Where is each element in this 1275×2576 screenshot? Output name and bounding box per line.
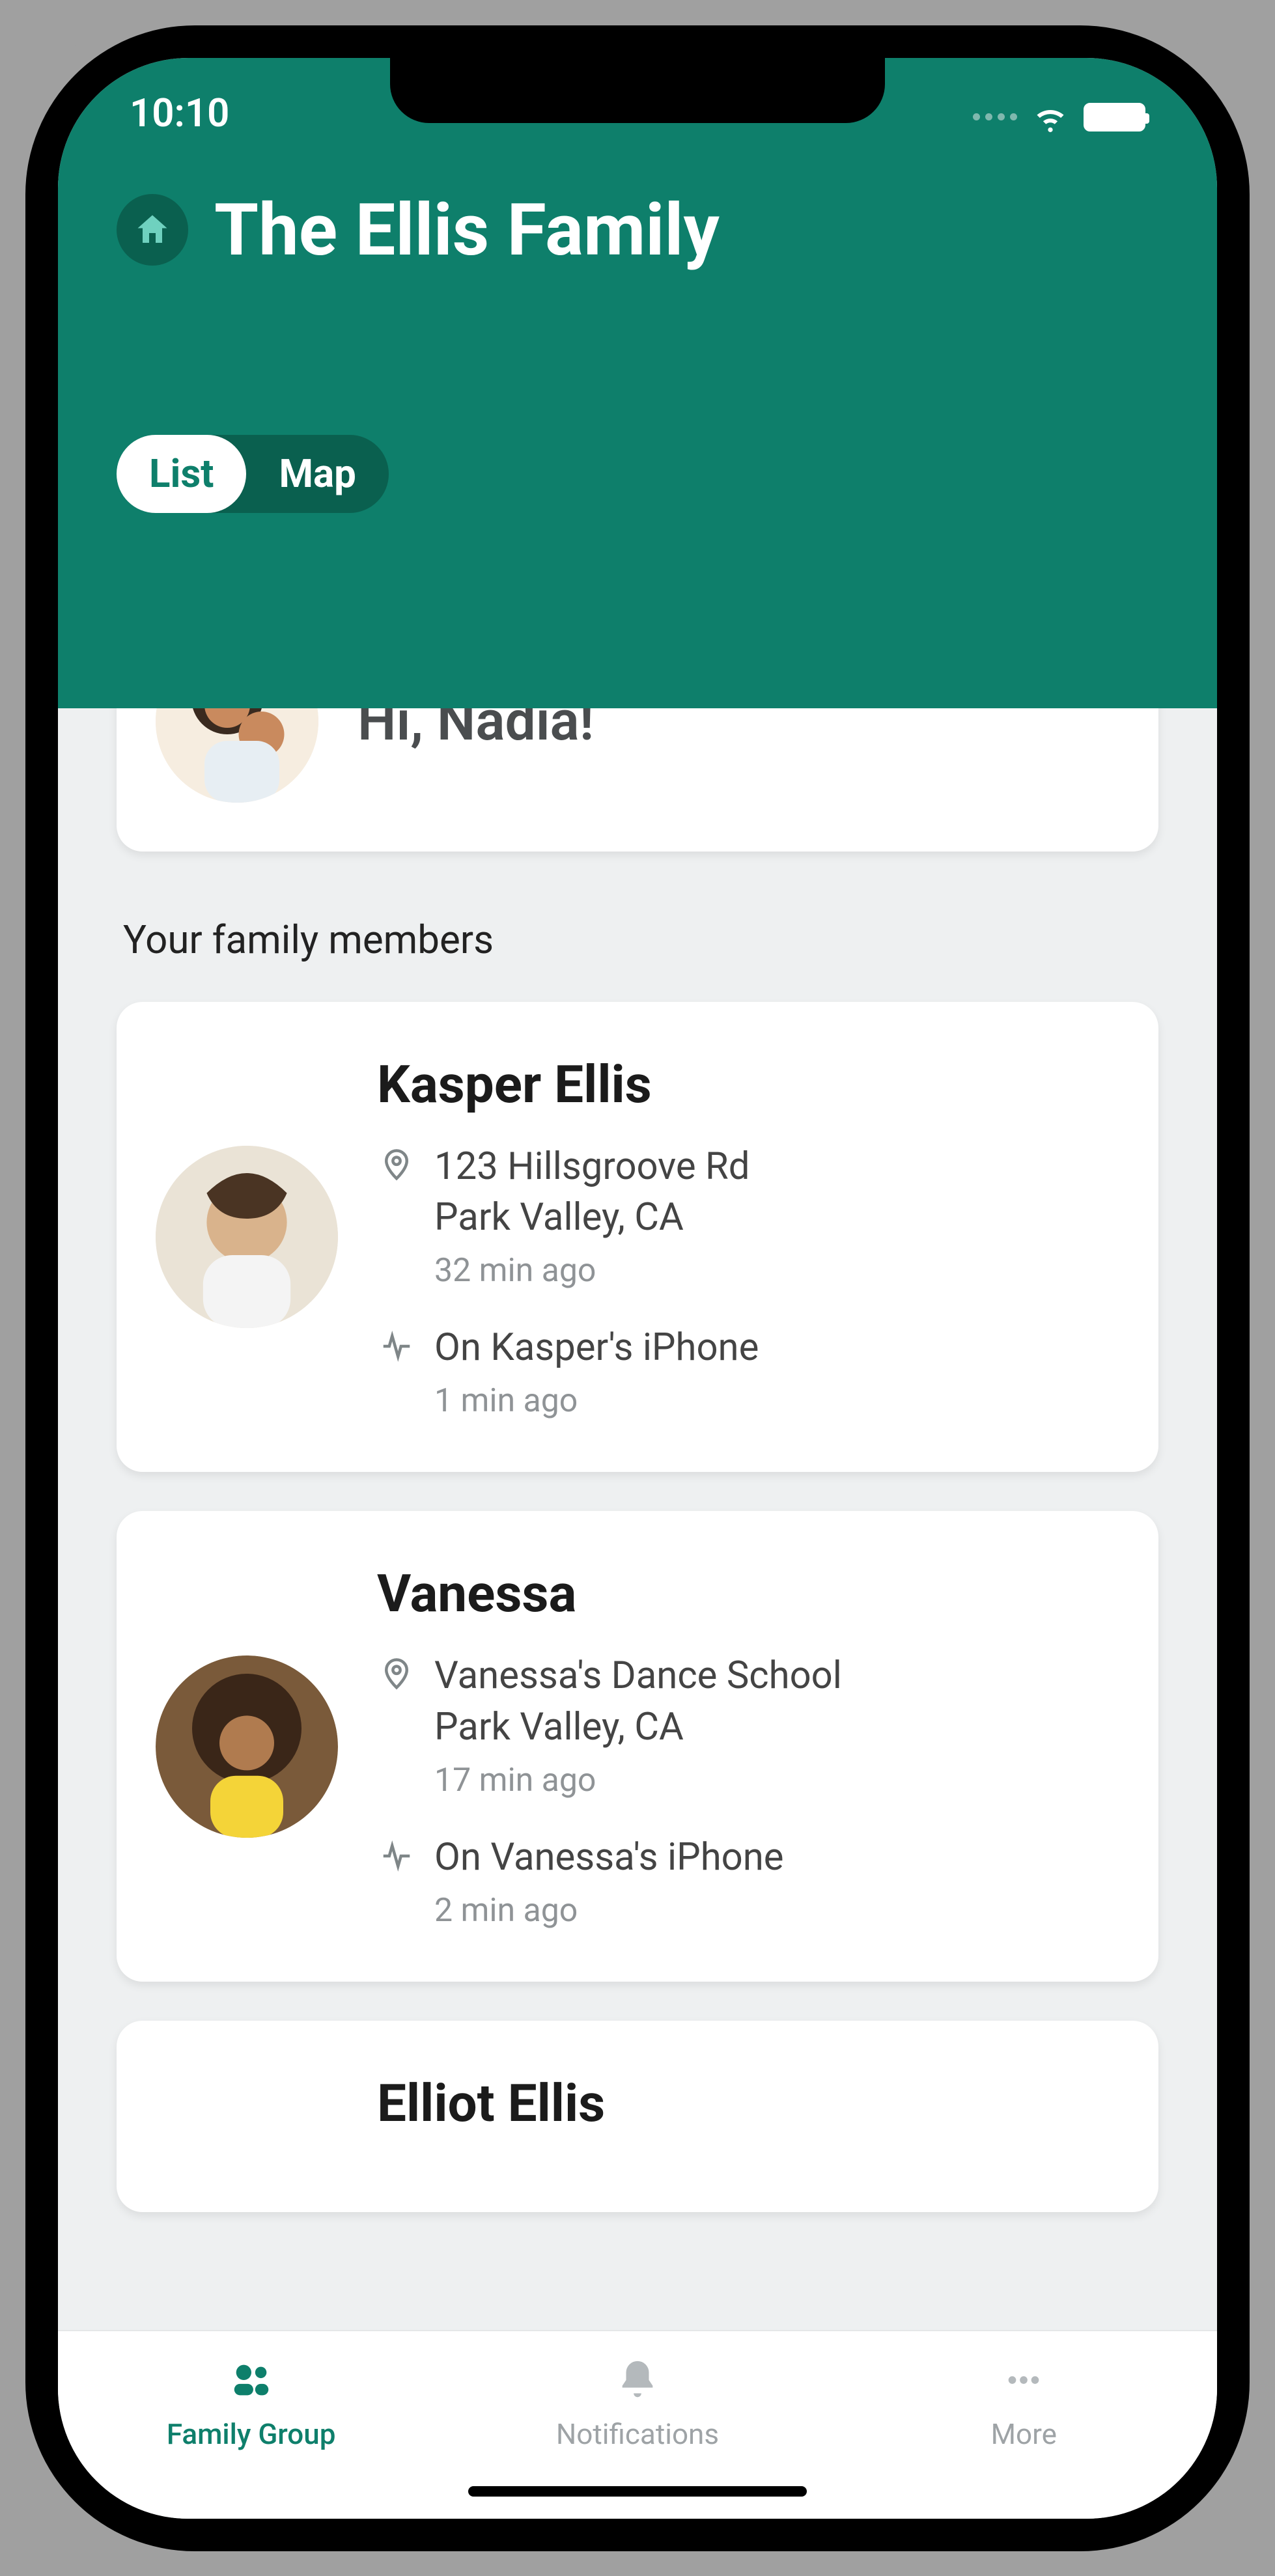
activity-text: On Vanessa's iPhone <box>434 1832 784 1883</box>
location-text: Vanessa's Dance School Park Valley, CA <box>434 1650 842 1752</box>
app-header: The Ellis Family List Map <box>58 149 1217 708</box>
avatar <box>156 1655 338 1838</box>
nav-label: More <box>991 2417 1057 2451</box>
activity-icon <box>377 1832 416 1883</box>
section-label: Your family members <box>123 917 1158 963</box>
bottom-nav: Family Group Notifications More <box>58 2330 1217 2519</box>
battery-icon <box>1084 103 1145 132</box>
notch <box>390 58 885 123</box>
location-timestamp: 32 min ago <box>434 1252 1119 1290</box>
member-card[interactable]: Vanessa Vanessa's Dance School Park Vall… <box>117 1511 1158 1982</box>
member-name: Elliot Ellis <box>377 2073 1119 2134</box>
family-group-icon <box>229 2357 274 2405</box>
page-title: The Ellis Family <box>214 188 720 272</box>
status-icons <box>973 98 1145 136</box>
member-name: Vanessa <box>377 1563 1119 1624</box>
activity-icon <box>377 1322 416 1373</box>
view-toggle: List Map <box>117 435 389 513</box>
location-pin-icon <box>377 1650 416 1752</box>
home-icon[interactable] <box>117 194 188 266</box>
more-icon <box>1001 2357 1046 2405</box>
nav-family-group[interactable]: Family Group <box>58 2331 444 2519</box>
location-timestamp: 17 min ago <box>434 1762 1119 1799</box>
activity-text: On Kasper's iPhone <box>434 1322 759 1373</box>
location-text: 123 Hillsgroove Rd Park Valley, CA <box>434 1141 750 1243</box>
status-time: 10:10 <box>130 90 229 136</box>
phone-screen: 10:10 The Ellis Family List <box>58 58 1217 2519</box>
bell-icon <box>615 2357 660 2405</box>
wifi-icon <box>1031 98 1069 136</box>
signal-icon <box>973 113 1017 120</box>
member-name: Kasper Ellis <box>377 1054 1119 1115</box>
avatar <box>156 1146 338 1328</box>
member-card[interactable]: Kasper Ellis 123 Hillsgroove Rd Park Val… <box>117 1002 1158 1473</box>
activity-timestamp: 2 min ago <box>434 1892 1119 1930</box>
home-indicator[interactable] <box>468 2486 807 2497</box>
member-card[interactable]: Elliot Ellis <box>117 2021 1158 2212</box>
toggle-map[interactable]: Map <box>246 435 388 513</box>
toggle-list[interactable]: List <box>117 435 246 513</box>
phone-frame: 10:10 The Ellis Family List <box>6 6 1269 2571</box>
phone-bezel: 10:10 The Ellis Family List <box>25 25 1250 2551</box>
activity-timestamp: 1 min ago <box>434 1382 1119 1420</box>
nav-label: Notifications <box>556 2417 719 2451</box>
nav-more[interactable]: More <box>831 2331 1217 2519</box>
nav-label: Family Group <box>167 2417 336 2451</box>
content-area: Hi, Nadia! Your family members Kasper El… <box>58 591 1217 2330</box>
location-pin-icon <box>377 1141 416 1243</box>
